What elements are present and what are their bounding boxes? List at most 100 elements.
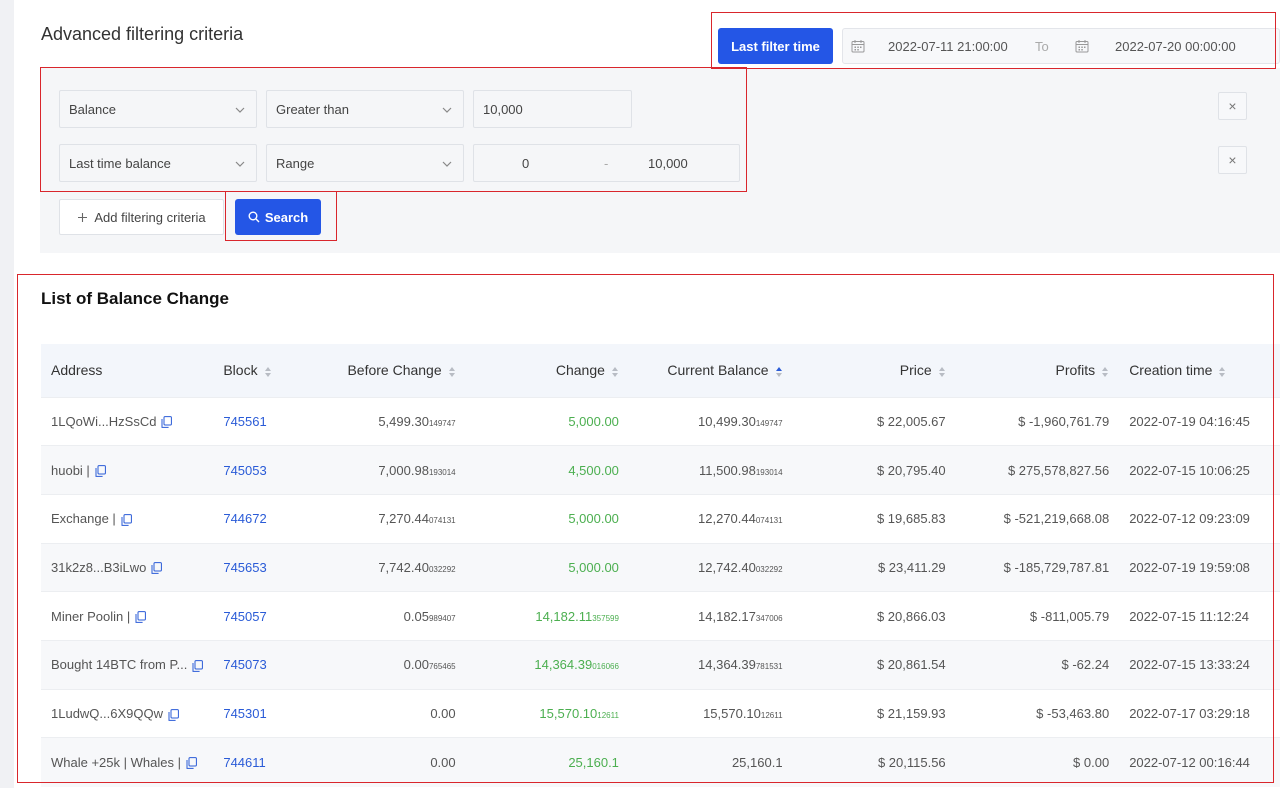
copy-icon[interactable] xyxy=(135,611,147,624)
cell-profits: $ -521,219,668.08 xyxy=(955,493,1120,544)
filter-field-select[interactable]: Last time balance xyxy=(59,144,257,182)
table-row: Bought 14BTC from P... 745073 0.00765465 14… xyxy=(41,639,1280,690)
copy-icon[interactable] xyxy=(161,416,173,429)
cell-before-change: 5,499.30149747 xyxy=(296,396,466,446)
table-header-row: Address Block Before Change Change Curre… xyxy=(41,344,1280,397)
cell-block[interactable]: 745053 xyxy=(213,445,297,495)
filter-field-value: Balance xyxy=(69,101,116,117)
cell-current-balance: 12,270.44074131 xyxy=(628,493,793,544)
cell-profits: $ 0.00 xyxy=(955,737,1120,787)
calendar-icon xyxy=(851,40,865,53)
sort-icon[interactable] xyxy=(1101,366,1109,378)
cell-creation-time: 2022-07-15 13:33:24 xyxy=(1119,639,1280,690)
filter-title: Advanced filtering criteria xyxy=(41,24,244,44)
copy-icon[interactable] xyxy=(168,708,179,721)
date-to-value[interactable]: 2022-07-20 00:00:00 xyxy=(1115,39,1236,54)
cell-block[interactable]: 744611 xyxy=(213,737,297,787)
block-link[interactable]: 745301 xyxy=(223,706,266,721)
cell-current-balance: 12,742.40032292 xyxy=(628,542,793,592)
cell-block[interactable]: 745561 xyxy=(213,396,297,446)
range-max-input[interactable]: 10,000 xyxy=(648,156,688,171)
cell-profits: $ 275,578,827.56 xyxy=(955,445,1120,495)
calendar-icon xyxy=(1075,40,1089,53)
cell-before-change: 0.00 xyxy=(296,688,466,738)
address-text: Bought 14BTC from P... xyxy=(51,657,188,673)
cell-address: Bought 14BTC from P... xyxy=(41,639,214,690)
filter-field-select[interactable]: Balance xyxy=(59,90,257,128)
search-icon xyxy=(248,211,260,223)
cell-address: Exchange | xyxy=(41,493,214,544)
sort-icon[interactable] xyxy=(1218,366,1226,378)
filter-operator-value: Range xyxy=(276,155,315,171)
range-separator: - xyxy=(604,156,609,171)
filter-operator-value: Greater than xyxy=(276,101,349,117)
date-from-value[interactable]: 2022-07-11 21:00:00 xyxy=(888,39,1008,54)
last-filter-time-button[interactable]: Last filter time xyxy=(718,28,833,64)
block-link[interactable]: 744611 xyxy=(223,755,265,770)
add-filtering-criteria-button[interactable]: Add filtering criteria xyxy=(59,199,224,235)
cell-address: huobi | xyxy=(41,445,214,495)
left-sidebar-strip xyxy=(0,0,14,788)
cell-block[interactable]: 745073 xyxy=(213,639,297,690)
cell-creation-time: 2022-07-15 11:12:24 xyxy=(1119,591,1280,641)
cell-change: 5,000.00 xyxy=(465,396,629,446)
table-title: List of Balance Change xyxy=(41,289,229,308)
copy-icon[interactable] xyxy=(151,562,163,575)
block-link[interactable]: 745057 xyxy=(223,609,266,624)
remove-filter-button[interactable]: × xyxy=(1218,92,1247,120)
cell-price: $ 23,411.29 xyxy=(792,542,956,592)
address-text: 1LudwQ...6X9QQw xyxy=(51,705,163,721)
block-link[interactable]: 745561 xyxy=(223,414,266,429)
close-icon: × xyxy=(1228,152,1237,168)
cell-current-balance: 25,160.1 xyxy=(628,737,793,787)
column-header-profits[interactable]: Profits xyxy=(956,344,1120,397)
column-header-block[interactable]: Block xyxy=(213,344,296,397)
plus-icon xyxy=(78,212,88,222)
add-filtering-criteria-label: Add filtering criteria xyxy=(94,209,206,225)
cell-address: 1LQoWi...HzSsCd xyxy=(41,396,214,446)
sort-icon[interactable] xyxy=(938,366,946,378)
copy-icon[interactable] xyxy=(186,757,197,770)
cell-block[interactable]: 744672 xyxy=(213,493,297,544)
filter-operator-select[interactable]: Range xyxy=(266,144,464,182)
date-range-picker[interactable]: 2022-07-11 21:00:00 To 2022-07-20 00:00:… xyxy=(842,28,1280,64)
sort-icon[interactable] xyxy=(611,366,619,378)
filter-range-input[interactable]: 0 - 10,000 xyxy=(473,144,740,182)
filter-value-input[interactable]: 10,000 xyxy=(473,90,632,128)
address-text: Exchange | xyxy=(51,511,116,527)
column-header-creation-time[interactable]: Creation time xyxy=(1119,344,1280,397)
sort-ascending-icon[interactable] xyxy=(775,366,783,378)
cell-block[interactable]: 745057 xyxy=(213,591,297,641)
search-button[interactable]: Search xyxy=(235,199,321,235)
column-header-change[interactable]: Change xyxy=(466,344,629,397)
sort-icon[interactable] xyxy=(448,366,456,378)
copy-icon[interactable] xyxy=(95,465,106,477)
column-header-price[interactable]: Price xyxy=(793,344,956,397)
cell-block[interactable]: 745653 xyxy=(213,542,297,592)
sort-icon[interactable] xyxy=(264,366,272,378)
table-row: Exchange | 744672 7,270.44074131 5,000.00 12… xyxy=(41,493,1280,544)
filter-field-value: Last time balance xyxy=(69,155,171,171)
block-link[interactable]: 745653 xyxy=(223,560,266,575)
cell-profits: $ -185,729,787.81 xyxy=(955,542,1120,592)
cell-block[interactable]: 745301 xyxy=(213,688,297,738)
cell-address: Whale +25k | Whales | xyxy=(41,737,214,787)
table-row: 1LQoWi...HzSsCd 745561 5,499.30149747 5,000… xyxy=(41,396,1280,446)
cell-before-change: 0.05989407 xyxy=(296,591,466,641)
column-header-current-balance[interactable]: Current Balance xyxy=(629,344,793,397)
copy-icon[interactable] xyxy=(192,659,204,672)
copy-icon[interactable] xyxy=(121,513,132,526)
cell-profits: $ -53,463.80 xyxy=(955,688,1120,738)
filter-operator-select[interactable]: Greater than xyxy=(266,90,464,128)
address-text: Whale +25k | Whales | xyxy=(51,754,181,770)
chevron-down-icon xyxy=(235,107,245,113)
range-min-input[interactable]: 0 xyxy=(522,156,529,171)
cell-price: $ 21,159.93 xyxy=(792,688,956,738)
cell-before-change: 7,742.40032292 xyxy=(296,542,466,592)
block-link[interactable]: 745053 xyxy=(223,463,266,478)
remove-filter-button[interactable]: × xyxy=(1218,146,1247,174)
block-link[interactable]: 745073 xyxy=(223,657,266,672)
cell-change: 14,182.11357599 xyxy=(465,591,629,641)
column-header-before-change[interactable]: Before Change xyxy=(296,344,465,397)
block-link[interactable]: 744672 xyxy=(223,511,266,526)
